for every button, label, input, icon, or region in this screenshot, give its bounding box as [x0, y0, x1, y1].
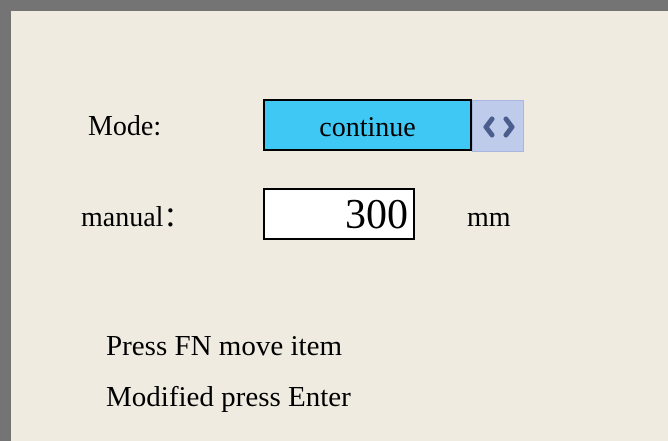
unit-label: mm [467, 202, 511, 233]
hint-press-enter: Modified press Enter [106, 381, 351, 413]
manual-value-input[interactable]: 300 [263, 188, 415, 240]
left-right-arrows-icon [483, 116, 515, 138]
hint-move-item: Press FN move item [106, 330, 343, 362]
mode-select[interactable]: continue [263, 99, 472, 151]
settings-panel: Mode: continue manual： 300 mm Press FN m… [0, 0, 668, 441]
mode-label: Mode: [88, 111, 162, 142]
mode-toggle-button[interactable] [472, 100, 524, 152]
manual-label: manual： [81, 202, 192, 233]
